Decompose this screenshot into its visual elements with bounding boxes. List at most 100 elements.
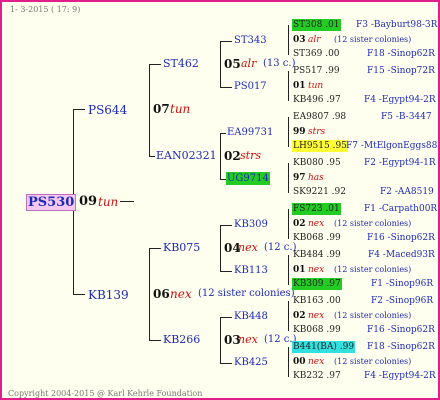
gen4-id[interactable]: KB484 .99	[293, 249, 341, 261]
gen2-id[interactable]: KB075	[163, 242, 200, 254]
gen2-gen: 02	[224, 149, 241, 163]
gen2-loc: strs	[240, 149, 261, 162]
pedigree-frame: { "header": {"text": "1- 3-2015 ( 17: 9)…	[0, 0, 440, 400]
gen1-id[interactable]: KB139	[88, 288, 129, 302]
gen4-id[interactable]: KB496 .97	[293, 94, 341, 106]
gen2-loc: alr	[241, 57, 257, 70]
gen3-id[interactable]: PS017	[234, 81, 267, 93]
connector	[120, 201, 134, 202]
gen3-id[interactable]: KB113	[234, 265, 268, 277]
connector	[220, 363, 232, 364]
gen2-note: (13 c.)	[263, 58, 296, 69]
gen2-id[interactable]: EAN02321	[156, 150, 217, 162]
gen4-id[interactable]: EA9807 .98	[293, 111, 346, 123]
root-gen: 09	[79, 194, 98, 209]
gen4-origin: F18 -Sinop62R	[367, 49, 435, 59]
gen3-id[interactable]: KB448	[234, 311, 268, 323]
gen4-note: (12 sister colonies)	[334, 357, 412, 366]
gen4-origin: F7 -MtElgonEggs88R	[346, 141, 440, 151]
connector	[288, 255, 289, 285]
connector	[288, 163, 289, 193]
gen4-note: (12 sister colonies)	[334, 219, 412, 228]
gen4-origin: F2 -AA8519	[380, 187, 434, 197]
gen4-gen: 02	[293, 311, 306, 321]
gen4-id[interactable]: LH9515 .95	[292, 140, 348, 152]
gen4-id[interactable]: KB309 .97	[292, 278, 342, 290]
gen4-origin: F2 -Sinop96R	[371, 296, 434, 306]
gen1-id[interactable]: PS644	[88, 103, 127, 117]
gen4-origin: F1 -Sinop96R	[371, 279, 434, 289]
gen4-origin: F3 -Bayburt98-3R	[356, 20, 438, 30]
gen4-gen: 02	[293, 219, 306, 229]
connector	[220, 317, 232, 318]
gen4-gen: 99	[293, 127, 306, 137]
gen2-loc: nex	[238, 333, 258, 346]
connector	[149, 248, 161, 249]
gen4-loc: nex	[308, 219, 325, 229]
gen4-origin: F5 -B-3447	[381, 112, 432, 122]
gen4-origin: F18 -Sinop62R	[367, 342, 435, 352]
connector	[220, 271, 232, 272]
gen4-origin: F16 -Sinop62R	[367, 325, 435, 335]
connector	[149, 248, 150, 340]
gen4-id[interactable]: FS723 .01	[292, 203, 341, 215]
connector	[73, 294, 85, 295]
gen1-note: (12 sister colonies)	[198, 288, 295, 299]
gen2-id[interactable]: ST462	[163, 58, 199, 70]
connector	[149, 156, 155, 157]
gen4-id[interactable]: KB232 .97	[293, 370, 341, 382]
gen3-id[interactable]: KB425	[234, 357, 268, 369]
gen3-id[interactable]: ST343	[234, 35, 267, 47]
connector	[220, 41, 232, 42]
gen4-id[interactable]: KB068 .99	[293, 232, 341, 244]
gen4-loc: alr	[308, 35, 321, 45]
connector	[220, 41, 221, 87]
gen4-loc: nex	[308, 357, 325, 367]
connector	[220, 133, 226, 134]
root-loc: tun	[98, 195, 119, 209]
gen4-id[interactable]: B441(BA) .99	[292, 341, 356, 353]
gen3-id[interactable]: UG9714	[226, 172, 270, 185]
gen2-gen: 05	[224, 57, 241, 71]
gen2-id[interactable]: KB266	[163, 334, 200, 346]
gen4-origin: F15 -Sinop72R	[367, 66, 435, 76]
connector	[149, 64, 150, 156]
gen4-loc: strs	[308, 127, 326, 137]
connector	[288, 71, 289, 101]
connector	[288, 209, 289, 239]
gen4-id[interactable]: KB080 .95	[293, 157, 341, 169]
gen4-origin: F4 -Maced93R	[368, 250, 435, 260]
connector	[149, 340, 161, 341]
gen4-id[interactable]: SK9221 .92	[293, 186, 346, 198]
connector	[288, 117, 289, 147]
connector	[288, 347, 289, 377]
gen4-origin: F16 -Sinop62R	[367, 233, 435, 243]
root-id[interactable]: PS530	[26, 194, 77, 211]
gen4-gen: 01	[293, 81, 306, 91]
connector	[220, 225, 221, 271]
gen4-origin: F2 -Egypt94-1R	[364, 158, 436, 168]
connector	[220, 133, 221, 179]
gen3-id[interactable]: EA99731	[227, 127, 273, 139]
gen1-loc: tun	[170, 102, 191, 116]
gen4-id[interactable]: KB068 .99	[293, 324, 341, 336]
gen1-gen: 06	[153, 287, 170, 301]
gen4-loc: tun	[308, 81, 324, 91]
gen4-id[interactable]: KB163 .00	[293, 295, 341, 307]
gen1-loc: nex	[170, 287, 192, 301]
gen1-gen: 07	[153, 102, 170, 116]
gen4-origin: F1 -Carpath00R	[364, 204, 438, 214]
connector	[288, 25, 289, 55]
gen4-gen: 03	[293, 35, 306, 45]
gen4-loc: nex	[308, 265, 325, 275]
gen3-id[interactable]: KB309	[234, 219, 268, 231]
gen4-note: (12 sister colonies)	[334, 35, 412, 44]
copyright: Copyright 2004-2015 @ Karl Kehrle Founda…	[8, 389, 203, 398]
gen2-loc: nex	[238, 241, 258, 254]
timestamp: 1- 3-2015 ( 17: 9)	[10, 5, 81, 14]
gen4-id[interactable]: PS517 .99	[293, 65, 340, 77]
gen4-origin: F4 -Egypt94-2R	[364, 371, 436, 381]
gen2-note: (12 c.)	[264, 242, 297, 253]
gen4-id[interactable]: ST369 .00	[293, 48, 340, 60]
gen4-id[interactable]: ST308 .01	[292, 19, 341, 31]
